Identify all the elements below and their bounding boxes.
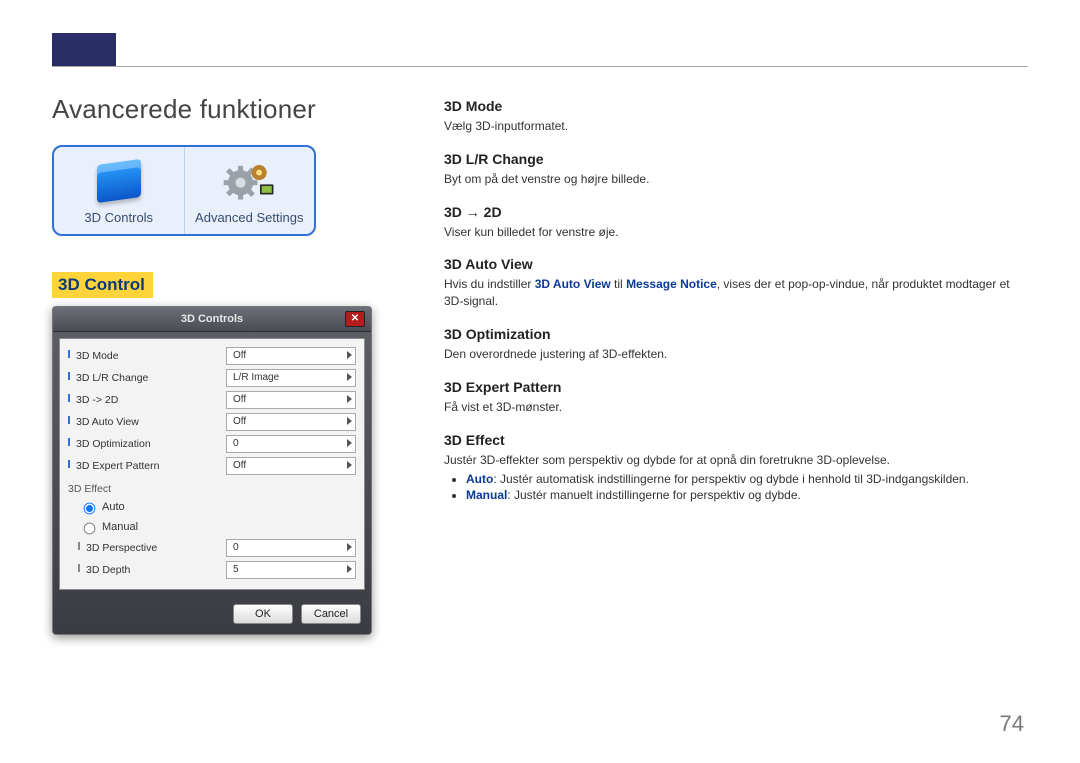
text-3d-lr-change: Byt om på det venstre og højre billede. xyxy=(444,171,1020,188)
tile-advanced-settings[interactable]: Advanced Settings xyxy=(184,147,315,234)
chevron-right-icon xyxy=(347,395,352,403)
settings-tiles: 3D Controls xyxy=(52,145,316,236)
close-icon[interactable]: ✕ xyxy=(345,311,365,327)
heading-3d-mode: 3D Mode xyxy=(444,98,1020,114)
dialog-footer: OK Cancel xyxy=(53,596,371,634)
row-value[interactable]: Off xyxy=(226,413,356,431)
heading-3d-auto-view: 3D Auto View xyxy=(444,256,1020,272)
row-label: 3D Depth xyxy=(78,564,226,576)
radio-auto-input[interactable] xyxy=(84,503,96,515)
text-3d-optimization: Den overordnede justering af 3D-effekten… xyxy=(444,346,1020,363)
dialog-title: 3D Controls xyxy=(181,313,243,325)
row-3d-perspective: 3D Perspective 0 xyxy=(78,537,356,559)
radio-label: Manual xyxy=(102,521,138,533)
gears-icon xyxy=(222,157,276,205)
row-3d-auto-view: 3D Auto View Off xyxy=(68,411,356,433)
section-heading-3d-control: 3D Control xyxy=(52,272,153,298)
row-3d-expert-pattern: 3D Expert Pattern Off xyxy=(68,455,356,477)
row-label: 3D Expert Pattern xyxy=(68,460,226,472)
header-rule xyxy=(52,66,1028,67)
heading-3d-expert-pattern: 3D Expert Pattern xyxy=(444,379,1020,395)
dialog-body: 3D Mode Off 3D L/R Change L/R Image 3D -… xyxy=(59,338,365,590)
text-3d-auto-view: Hvis du indstiller 3D Auto View til Mess… xyxy=(444,276,1020,310)
chapter-title: Avancerede funktioner xyxy=(52,94,372,125)
dialog-3d-controls: 3D Controls ✕ 3D Mode Off 3D L/R Change … xyxy=(52,306,372,635)
inline-term: 3D Auto View xyxy=(535,277,611,291)
ok-button[interactable]: OK xyxy=(233,604,293,624)
row-value[interactable]: 5 xyxy=(226,561,356,579)
row-label: 3D Optimization xyxy=(68,438,226,450)
inline-term: Message Notice xyxy=(626,277,717,291)
row-value[interactable]: Off xyxy=(226,391,356,409)
radio-label: Auto xyxy=(102,501,125,513)
chevron-right-icon xyxy=(347,565,352,573)
inline-term: Auto xyxy=(466,472,493,486)
row-3d-depth: 3D Depth 5 xyxy=(78,559,356,581)
text-3d-expert-pattern: Få vist et 3D-mønster. xyxy=(444,399,1020,416)
row-value[interactable]: Off xyxy=(226,457,356,475)
heading-3d-lr-change: 3D L/R Change xyxy=(444,151,1020,167)
radio-manual-input[interactable] xyxy=(84,523,96,535)
row-value[interactable]: L/R Image xyxy=(226,369,356,387)
row-3d-to-2d: 3D -> 2D Off xyxy=(68,389,356,411)
left-column: Avancerede funktioner 3D Controls xyxy=(52,94,372,635)
cancel-button[interactable]: Cancel xyxy=(301,604,361,624)
text-3d-effect: Justér 3D-effekter som perspektiv og dyb… xyxy=(444,452,1020,469)
list-item: Auto: Justér automatisk indstillingerne … xyxy=(466,472,1020,486)
header-tab-marker xyxy=(52,33,116,66)
row-3d-optimization: 3D Optimization 0 xyxy=(68,433,356,455)
row-label: 3D Perspective xyxy=(78,542,226,554)
text-3d-mode: Vælg 3D-inputformatet. xyxy=(444,118,1020,135)
chevron-right-icon xyxy=(347,351,352,359)
row-value[interactable]: Off xyxy=(226,347,356,365)
row-label: 3D Auto View xyxy=(68,416,226,428)
right-column: 3D Mode Vælg 3D-inputformatet. 3D L/R Ch… xyxy=(444,98,1020,504)
row-3d-mode: 3D Mode Off xyxy=(68,345,356,367)
text-3d-to-2d: Viser kun billedet for venstre øje. xyxy=(444,224,1020,241)
bullets-3d-effect: Auto: Justér automatisk indstillingerne … xyxy=(444,472,1020,502)
group-3d-effect-title: 3D Effect xyxy=(68,483,356,495)
heading-3d-optimization: 3D Optimization xyxy=(444,326,1020,342)
chevron-right-icon xyxy=(347,543,352,551)
chevron-right-icon xyxy=(347,461,352,469)
row-value[interactable]: 0 xyxy=(226,435,356,453)
chevron-right-icon xyxy=(347,373,352,381)
tile-label: 3D Controls xyxy=(58,211,180,226)
tile-3d-controls[interactable]: 3D Controls xyxy=(54,147,184,234)
row-label: 3D L/R Change xyxy=(68,372,226,384)
row-3d-lr-change: 3D L/R Change L/R Image xyxy=(68,367,356,389)
chevron-right-icon xyxy=(347,417,352,425)
list-item: Manual: Justér manuelt indstillingerne f… xyxy=(466,488,1020,502)
radio-auto[interactable]: Auto xyxy=(78,497,356,517)
radio-manual[interactable]: Manual xyxy=(78,517,356,537)
heading-3d-effect: 3D Effect xyxy=(444,432,1020,448)
row-value[interactable]: 0 xyxy=(226,539,356,557)
row-label: 3D Mode xyxy=(68,350,226,362)
inline-7term: Manual xyxy=(466,488,507,502)
dialog-title-bar: 3D Controls ✕ xyxy=(53,307,371,332)
row-label: 3D -> 2D xyxy=(68,394,226,406)
chevron-right-icon xyxy=(347,439,352,447)
heading-3d-to-2d: 3D → 2D xyxy=(444,204,1020,220)
tile-label: Advanced Settings xyxy=(189,211,311,226)
page-number: 74 xyxy=(1000,711,1024,737)
cube-icon xyxy=(92,157,146,205)
